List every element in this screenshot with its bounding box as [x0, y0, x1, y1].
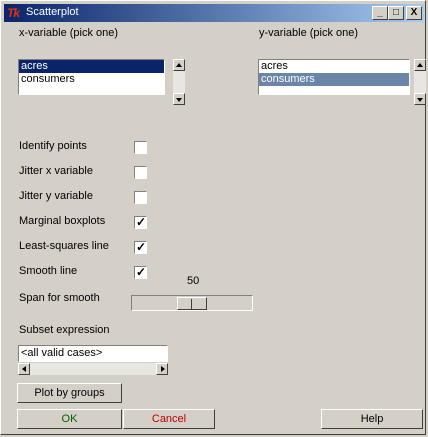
y-variable-label: y-variable (pick one)	[259, 27, 359, 39]
arrow-up-icon	[417, 63, 423, 67]
jitter-x-checkbox[interactable]: ✓	[134, 166, 147, 179]
jitter-y-label: Jitter y variable	[19, 190, 93, 202]
ok-button[interactable]: OK	[17, 409, 122, 429]
arrow-right-icon	[161, 366, 165, 372]
least-squares-checkbox[interactable]: ✓	[134, 240, 147, 254]
maximize-button[interactable]: □	[388, 6, 404, 20]
check-icon: ✓	[136, 265, 147, 279]
plot-by-groups-button[interactable]: Plot by groups	[17, 383, 122, 403]
scroll-down-button[interactable]	[414, 93, 426, 105]
span-label: Span for smooth	[19, 292, 100, 304]
close-button[interactable]: X	[406, 6, 422, 20]
marginal-boxplots-checkbox[interactable]: ✓	[134, 215, 147, 229]
subset-input[interactable]: <all valid cases>	[18, 345, 168, 362]
x-variable-scrollbar[interactable]	[173, 59, 185, 105]
minimize-button[interactable]: _	[372, 6, 388, 20]
help-button[interactable]: Help	[321, 409, 423, 429]
subset-label: Subset expression	[19, 324, 110, 336]
scroll-down-button[interactable]	[173, 93, 185, 105]
least-squares-label: Least-squares line	[19, 240, 109, 252]
span-value: 50	[187, 275, 200, 287]
identify-points-checkbox[interactable]: ✓	[134, 141, 147, 154]
x-variable-label: x-variable (pick one)	[19, 27, 119, 39]
title-bar[interactable]: Tk Scatterplot _ □ X	[4, 4, 424, 22]
arrow-up-icon	[176, 63, 182, 67]
arrow-down-icon	[176, 98, 182, 102]
window-title: Scatterplot	[26, 6, 79, 18]
span-slider[interactable]	[131, 291, 253, 311]
y-list-item-consumers[interactable]: consumers	[259, 73, 409, 86]
jitter-x-label: Jitter x variable	[19, 165, 93, 177]
check-icon: ✓	[136, 215, 147, 229]
x-variable-listbox[interactable]: acres consumers	[18, 59, 165, 95]
scroll-right-button[interactable]	[156, 363, 168, 375]
subset-scrollbar[interactable]	[18, 363, 168, 375]
tk-logo-icon: Tk	[7, 6, 20, 20]
jitter-y-checkbox[interactable]: ✓	[134, 191, 147, 204]
smooth-line-label: Smooth line	[19, 265, 78, 277]
marginal-boxplots-label: Marginal boxplots	[19, 215, 106, 227]
scroll-left-button[interactable]	[18, 363, 30, 375]
scroll-up-button[interactable]	[173, 59, 185, 71]
y-variable-listbox[interactable]: acres consumers	[258, 59, 410, 95]
check-icon: ✓	[136, 240, 147, 254]
y-list-item-acres[interactable]: acres	[259, 60, 409, 73]
cancel-button[interactable]: Cancel	[123, 409, 215, 429]
arrow-left-icon	[22, 366, 26, 372]
y-variable-scrollbar[interactable]	[414, 59, 426, 105]
smooth-line-checkbox[interactable]: ✓	[134, 265, 147, 279]
scatterplot-dialog: Tk Scatterplot _ □ X x-variable (pick on…	[0, 0, 426, 435]
x-list-item-acres[interactable]: acres	[19, 60, 164, 73]
slider-thumb[interactable]	[177, 297, 207, 310]
scroll-up-button[interactable]	[414, 59, 426, 71]
identify-points-label: Identify points	[19, 140, 87, 152]
arrow-down-icon	[417, 98, 423, 102]
x-list-item-consumers[interactable]: consumers	[19, 73, 164, 86]
